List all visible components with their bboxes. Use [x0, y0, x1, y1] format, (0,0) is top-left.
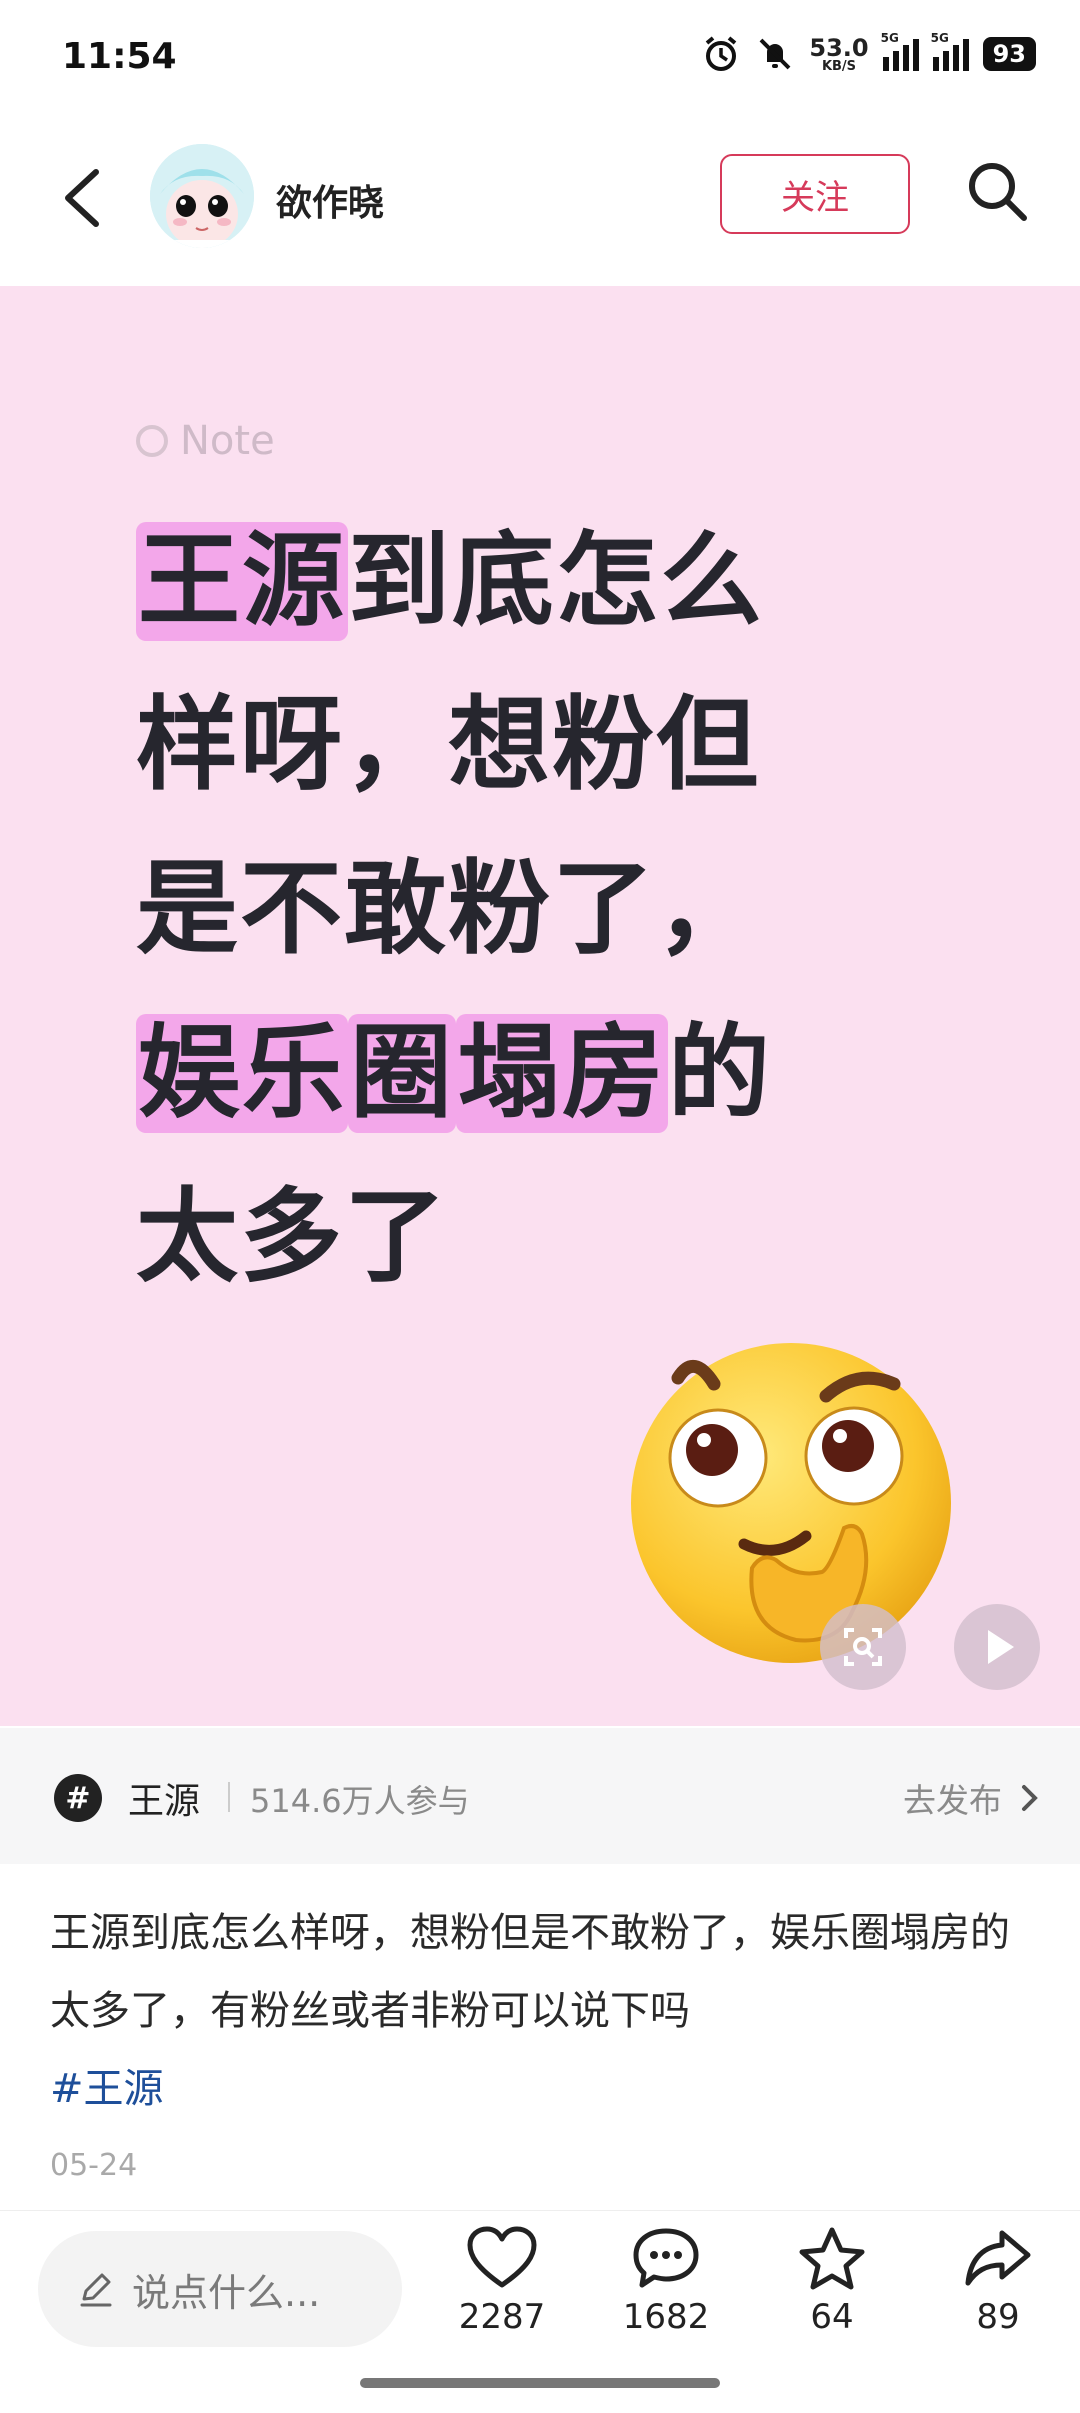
alarm-icon: [706, 36, 737, 71]
avatar-illustration-icon: [150, 144, 254, 248]
hashtag-link[interactable]: #王源: [50, 2066, 164, 2112]
image-search-button[interactable]: [820, 1604, 906, 1690]
comment-button[interactable]: 1682: [606, 2225, 726, 2337]
topic-name: 王源: [128, 1781, 201, 1822]
post-date: 05-24: [50, 2148, 138, 2183]
post-header: 欲作晓 关注: [0, 130, 1080, 280]
like-button[interactable]: 2287: [442, 2225, 562, 2337]
note-tag: Note: [136, 418, 275, 464]
note-ring-icon: [136, 425, 168, 457]
live-photo-play-button[interactable]: [954, 1604, 1040, 1690]
network-speed: 53.0 KB/S: [809, 33, 869, 74]
status-time: 11:54: [62, 36, 177, 77]
back-arrow-icon[interactable]: [54, 158, 114, 238]
author-name[interactable]: 欲作晓: [276, 174, 384, 226]
comment-bubble-icon: [633, 2228, 699, 2288]
play-icon: [988, 1630, 1014, 1664]
topic-divider: [228, 1782, 230, 1812]
like-count: 2287: [458, 2297, 546, 2337]
favorite-button[interactable]: 64: [772, 2225, 892, 2337]
chevron-right-icon: [1022, 1785, 1038, 1811]
topic-row[interactable]: # 王源 514.6万人参与 去发布: [0, 1728, 1080, 1864]
signal-icon-sim1: 5G: [881, 31, 919, 71]
author-avatar[interactable]: [150, 144, 254, 248]
post-image[interactable]: Note 王源到底怎么 样呀，想粉但 是不敢粉了， 娱乐圈塌房的 太多了: [0, 286, 1080, 1726]
heart-icon: [467, 2226, 537, 2288]
status-icons: 53.0 KB/S 5G 5G 93: [701, 31, 1036, 74]
share-count: 89: [976, 2297, 1020, 2337]
hashtag-icon: #: [54, 1774, 102, 1822]
star-icon: [799, 2227, 865, 2290]
image-title-line: 王源到底怎么: [136, 522, 764, 641]
share-button[interactable]: 89: [938, 2225, 1058, 2337]
go-publish-link[interactable]: 去发布: [903, 1774, 1040, 1822]
scan-icon: [844, 1628, 882, 1666]
comment-count: 1682: [622, 2297, 710, 2337]
topic-participants: 514.6万人参与: [250, 1782, 470, 1820]
search-icon[interactable]: [962, 156, 1032, 226]
favorite-count: 64: [810, 2297, 854, 2337]
share-arrow-icon: [965, 2230, 1031, 2286]
comment-input[interactable]: 说点什么...: [38, 2231, 402, 2347]
home-indicator[interactable]: [360, 2378, 720, 2388]
status-bar: 11:54 53.0 KB/S 5G 5G 93: [0, 0, 1080, 120]
image-title: 王源到底怎么 样呀，想粉但 是不敢粉了， 娱乐圈塌房的 太多了: [136, 500, 896, 1320]
post-description: 王源到底怎么样呀，想粉但是不敢粉了，娱乐圈塌房的太多了，有粉丝或者非粉可以说下吗…: [50, 1910, 1010, 2112]
image-title-line: 是不敢粉了，: [136, 850, 760, 969]
pencil-icon: [80, 2273, 112, 2307]
image-title-line: 太多了: [136, 1178, 448, 1297]
image-title-line: 样呀，想粉但: [136, 686, 760, 805]
battery-indicator: 93: [982, 37, 1036, 71]
image-title-line: 娱乐圈塌房的: [136, 1014, 772, 1133]
follow-button[interactable]: 关注: [720, 154, 910, 234]
thinking-face-icon: [631, 1343, 951, 1663]
signal-icon-sim2: 5G: [931, 31, 969, 71]
mute-icon: [759, 38, 791, 70]
